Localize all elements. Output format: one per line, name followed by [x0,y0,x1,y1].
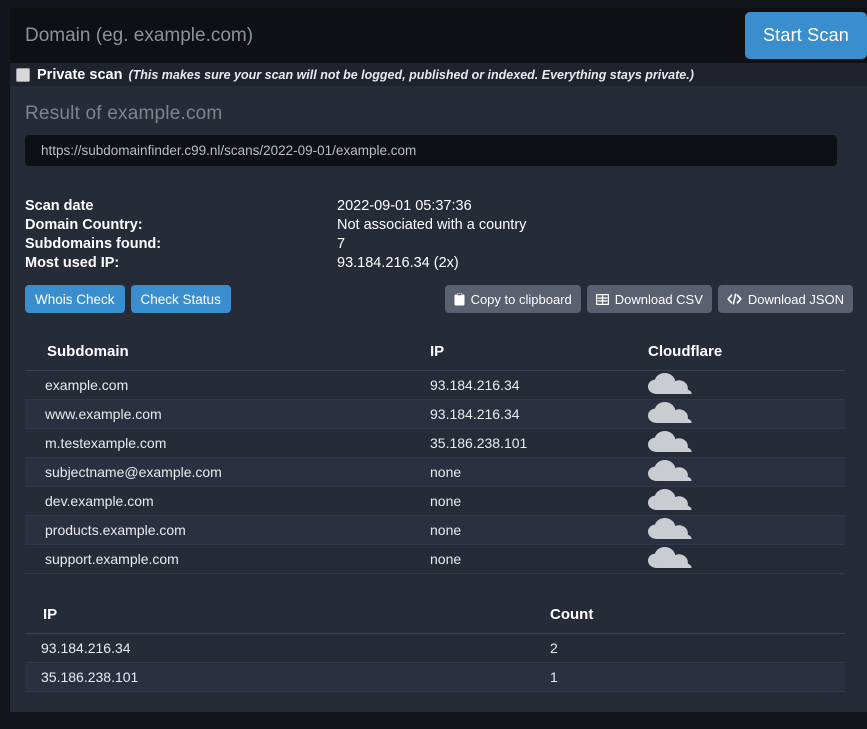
scan-info-row: Domain Country: Not associated with a cou… [25,216,625,235]
cell-ip: none [430,522,462,538]
app-root: Start Scan Private scan (This makes sure… [0,0,867,729]
cell-ip: 93.184.216.34 [41,640,131,656]
cell-ip: none [430,493,462,509]
cell-subdomain: products.example.com [45,522,186,538]
page-title: Result of example.com [25,103,223,124]
search-bar: Start Scan [10,8,867,63]
domain-input[interactable] [10,8,745,63]
cell-subdomain: m.testexample.com [45,435,167,451]
table-row[interactable]: subjectname@example.com none [25,458,845,487]
cell-subdomain: dev.example.com [45,493,154,509]
subdomain-table: Subdomain IP Cloudflare example.com 93.184.2… [25,333,845,574]
cell-cloudflare [648,401,828,427]
scan-info-key: Subdomains found: [25,236,162,252]
cloud-icon [648,430,692,453]
cell-subdomain: www.example.com [45,406,162,422]
table-row[interactable]: www.example.com 93.184.216.34 [25,400,845,429]
cell-ip: 35.186.238.101 [430,435,528,451]
table-icon [595,293,609,305]
cell-ip: none [430,464,462,480]
private-scan-label: Private scan [37,66,123,83]
private-scan-row: Private scan (This makes sure your scan … [10,63,867,86]
cell-subdomain: example.com [45,377,129,393]
table-row[interactable]: 35.186.238.101 1 [25,663,845,692]
scan-info-key: Domain Country: [25,217,143,233]
scan-info-row: Most used IP: 93.184.216.34 (2x) [25,254,625,273]
column-header-count: Count [550,606,594,623]
cell-subdomain: subjectname@example.com [45,464,222,480]
column-header-ip: IP [43,606,58,623]
table-row[interactable]: m.testexample.com 35.186.238.101 [25,429,845,458]
table-row[interactable]: support.example.com none [25,545,845,574]
private-scan-checkbox[interactable] [16,67,30,82]
ip-count-table: IP Count 93.184.216.34 2 35.186.238.101 1 [25,596,845,692]
scan-info-row: Scan date 2022-09-01 05:37:36 [25,197,625,216]
scan-info-value: 2022-09-01 05:37:36 [337,198,472,214]
cell-ip: 93.184.216.34 [430,406,520,422]
cell-cloudflare [648,488,828,514]
start-scan-button[interactable]: Start Scan [745,12,867,59]
cell-cloudflare [648,459,828,485]
cell-count: 1 [550,669,558,685]
download-csv-button[interactable]: Download CSV [586,285,712,313]
result-url-box[interactable]: https://subdomainfinder.c99.nl/scans/202… [25,135,837,166]
cloud-icon [648,459,692,482]
cell-cloudflare [648,430,828,456]
table-row[interactable]: 93.184.216.34 2 [25,634,845,663]
table-row[interactable]: products.example.com none [25,516,845,545]
cloud-icon [648,401,692,424]
cloud-icon [648,372,692,395]
whois-check-button[interactable]: Whois Check [25,285,125,313]
cell-ip: 93.184.216.34 [430,377,520,393]
result-panel: Result of example.com https://subdomainf… [10,86,867,712]
scan-info-list: Scan date 2022-09-01 05:37:36 Domain Count… [25,197,625,273]
cell-cloudflare [648,517,828,543]
cloud-icon [648,546,692,569]
table-row[interactable]: dev.example.com none [25,487,845,516]
table-header-row: IP Count [25,596,845,634]
column-header-ip: IP [430,343,445,360]
copy-to-clipboard-button[interactable]: Copy to clipboard [444,285,581,313]
scan-info-value: Not associated with a country [337,217,527,233]
table-header-row: Subdomain IP Cloudflare [25,333,845,371]
button-label: Copy to clipboard [470,291,572,307]
button-label: Download JSON [747,291,844,307]
table-row[interactable]: example.com 93.184.216.34 [25,371,845,400]
cell-ip: none [430,551,462,567]
cell-ip: 35.186.238.101 [41,669,139,685]
left-actions: Whois Check Check Status [25,285,231,313]
scan-info-value: 7 [337,236,346,252]
cell-cloudflare [648,372,828,398]
check-status-button[interactable]: Check Status [130,285,231,313]
scan-info-row: Subdomains found: 7 [25,235,625,254]
scan-info-value: 93.184.216.34 (2x) [337,255,459,271]
column-header-subdomain: Subdomain [47,343,129,360]
column-header-cloudflare: Cloudflare [648,343,723,360]
scan-info-key: Most used IP: [25,255,120,271]
cloud-icon [648,517,692,540]
private-scan-note: (This makes sure your scan will not be l… [128,67,694,82]
button-label: Download CSV [614,291,703,307]
right-actions: Copy to clipboard Download CSV Download JS… [444,285,853,313]
download-json-button[interactable]: Download JSON [717,285,853,313]
cell-cloudflare [648,546,828,572]
action-button-row: Whois Check Check Status Copy to clipboar… [25,285,853,313]
clipboard-icon [454,292,465,306]
cell-subdomain: support.example.com [45,551,179,567]
cell-count: 2 [550,640,558,656]
scan-info-key: Scan date [25,198,94,214]
result-url-text: https://subdomainfinder.c99.nl/scans/202… [41,143,417,158]
cloud-icon [648,488,692,511]
code-icon [727,293,742,305]
